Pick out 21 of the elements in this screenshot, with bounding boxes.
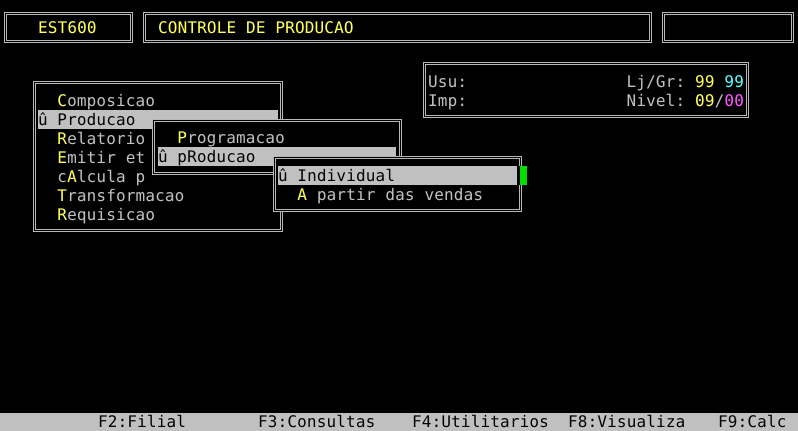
- level-value: 09: [695, 91, 715, 110]
- user-label: Usu:: [428, 72, 468, 91]
- level-separator: /: [714, 91, 724, 110]
- group-number: 99: [724, 72, 744, 91]
- menu-item[interactable]: Composicao: [38, 91, 278, 110]
- menu-item[interactable]: û Individual: [278, 166, 517, 185]
- sublevel-value: 00: [724, 91, 744, 110]
- function-key-hint[interactable]: F9:Calc: [718, 413, 798, 431]
- function-key-hint[interactable]: F3:Consultas: [258, 413, 412, 431]
- printer-label: Imp:: [428, 91, 468, 110]
- menu-item[interactable]: P rogramacao: [158, 128, 396, 147]
- level-label: Nivel:: [626, 91, 686, 110]
- store-number: 99: [695, 72, 715, 91]
- menu-item[interactable]: Requisicao: [38, 205, 278, 224]
- program-code: EST600: [38, 18, 97, 37]
- function-key-hint[interactable]: F4:Utilitarios: [412, 413, 568, 431]
- function-key-hint[interactable]: F8:Visualiza: [568, 413, 718, 431]
- screen-title: CONTROLE DE PRODUCAO: [158, 18, 354, 37]
- function-key-hint[interactable]: F2:Filial: [98, 413, 258, 431]
- store-group-label: Lj/Gr:: [626, 72, 686, 91]
- menu-item[interactable]: A partir das vendas: [278, 185, 517, 204]
